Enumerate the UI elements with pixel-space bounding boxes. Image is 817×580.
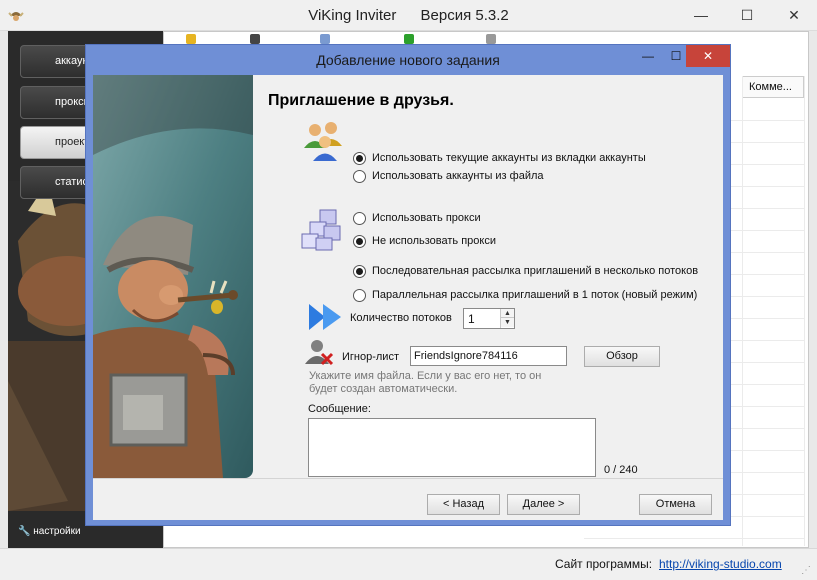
site-link[interactable]: http://viking-studio.com xyxy=(659,557,782,571)
radio-indicator xyxy=(353,211,366,225)
message-char-counter: 0 / 240 xyxy=(604,464,638,476)
new-task-dialog: Добавление нового задания — ☐ ✕ Приглаше… xyxy=(85,44,731,526)
servers-icon xyxy=(301,209,341,251)
stepper-up-icon[interactable]: ▲ xyxy=(501,309,514,318)
radio-parallel-mode[interactable]: Параллельная рассылка приглашений в 1 по… xyxy=(353,287,697,303)
status-bar: Сайт программы: http://viking-studio.com… xyxy=(0,548,817,580)
users-icon xyxy=(304,122,342,161)
radio-no-proxy[interactable]: Не использовать прокси xyxy=(353,233,496,249)
toolbar xyxy=(164,32,808,44)
app-name: ViKing Inviter xyxy=(308,7,397,24)
radio-indicator xyxy=(353,264,366,278)
report-icon[interactable] xyxy=(486,34,496,44)
dialog-heading: Приглашение в друзья. xyxy=(268,92,454,109)
delete-icon[interactable] xyxy=(250,34,260,44)
cancel-button[interactable]: Отмена xyxy=(639,494,712,515)
next-button[interactable]: Далее > xyxy=(507,494,580,515)
maximize-button[interactable]: ☐ xyxy=(724,0,770,31)
column-header-comment[interactable]: Комме... xyxy=(742,76,804,98)
site-label: Сайт программы: xyxy=(555,557,653,571)
radio-label: Использовать прокси xyxy=(372,212,481,224)
threads-count-stepper[interactable]: 1 ▲ ▼ xyxy=(463,308,515,329)
ignore-list-label: Игнор-лист xyxy=(342,351,399,363)
edit-icon[interactable] xyxy=(320,34,330,44)
message-label: Сообщение: xyxy=(308,403,371,415)
app-version: Версия 5.3.2 xyxy=(420,7,509,24)
stepper-down-icon[interactable]: ▼ xyxy=(501,318,514,327)
radio-indicator xyxy=(353,169,366,183)
stepper-buttons: ▲ ▼ xyxy=(500,309,514,328)
radio-label: Не использовать прокси xyxy=(372,235,496,247)
start-icon[interactable] xyxy=(404,34,414,44)
grid-line xyxy=(584,538,804,539)
wrench-icon: 🔧 xyxy=(18,526,31,537)
main-titlebar: ViKing Inviter Версия 5.3.2 — ☐ ✕ xyxy=(0,0,817,31)
radio-indicator xyxy=(353,234,366,248)
dialog-separator xyxy=(93,478,723,479)
message-textarea[interactable] xyxy=(308,418,596,477)
user-block-icon xyxy=(305,340,334,366)
ignore-list-hint: Укажите имя файла. Если у вас его нет, т… xyxy=(309,370,542,395)
radio-label: Использовать аккаунты из файла xyxy=(372,170,544,182)
radio-label: Параллельная рассылка приглашений в 1 по… xyxy=(372,289,698,301)
settings-label: настройки xyxy=(33,526,81,537)
dialog-body: Приглашение в друзья. Использовать текущ… xyxy=(93,75,723,520)
add-icon[interactable] xyxy=(186,34,196,44)
radio-sequential-mode[interactable]: Последовательная рассылка приглашений в … xyxy=(353,263,698,279)
settings-link[interactable]: 🔧 настройки xyxy=(18,526,81,537)
threads-label: Количество потоков xyxy=(350,312,452,324)
radio-label: Последовательная рассылка приглашений в … xyxy=(372,265,699,277)
radio-indicator xyxy=(353,151,366,165)
fast-forward-icon xyxy=(309,304,341,330)
resize-grip-icon[interactable]: ⋰ xyxy=(801,566,811,576)
dialog-titlebar[interactable]: Добавление нового задания — ☐ ✕ xyxy=(86,45,730,75)
radio-indicator xyxy=(353,288,366,302)
threads-count-value[interactable]: 1 xyxy=(468,312,475,326)
browse-button[interactable]: Обзор xyxy=(584,346,660,367)
radio-accounts-from-file[interactable]: Использовать аккаунты из файла xyxy=(353,168,544,184)
grid-line xyxy=(742,76,743,546)
radio-label: Использовать текущие аккаунты из вкладки… xyxy=(372,152,646,164)
radio-accounts-from-tab[interactable]: Использовать текущие аккаунты из вкладки… xyxy=(353,150,646,166)
viking-illustration xyxy=(93,75,253,478)
close-button[interactable]: ✕ xyxy=(771,0,817,31)
radio-use-proxy[interactable]: Использовать прокси xyxy=(353,210,481,226)
minimize-button[interactable]: — xyxy=(678,0,724,31)
dialog-minimize-button[interactable]: — xyxy=(633,45,663,67)
dialog-close-button[interactable]: ✕ xyxy=(686,45,730,67)
grid-line xyxy=(804,76,805,546)
back-button[interactable]: < Назад xyxy=(427,494,500,515)
ignore-list-input[interactable]: FriendsIgnore784116 xyxy=(410,346,567,366)
